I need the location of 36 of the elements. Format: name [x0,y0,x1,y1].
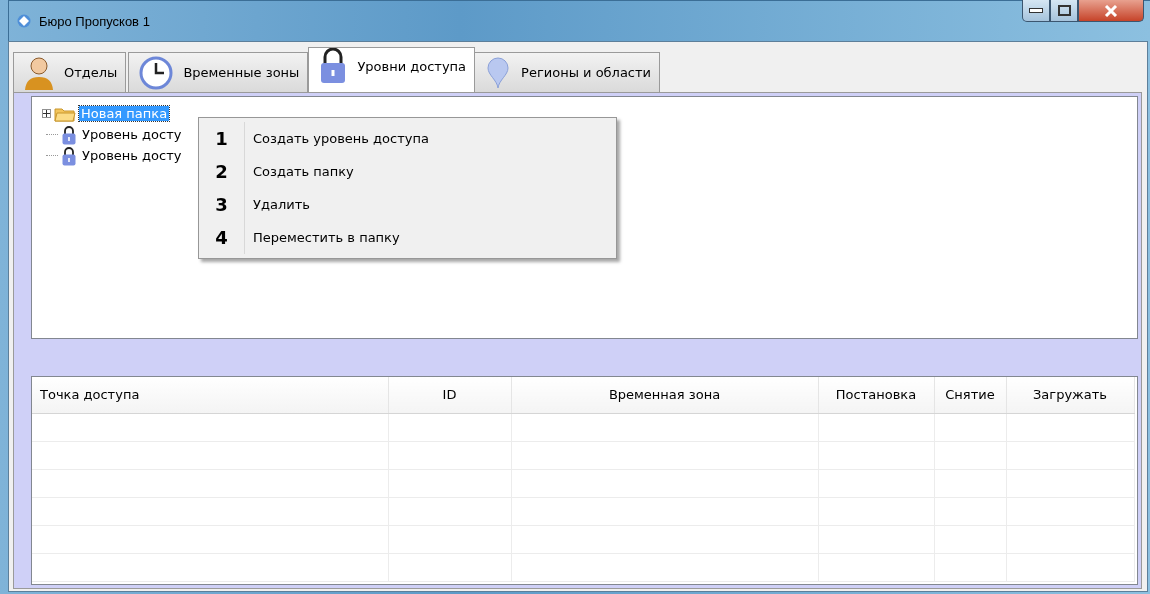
minimize-icon [1029,8,1043,13]
expand-toggle[interactable] [42,109,51,118]
tree-item[interactable]: Уровень досту [80,148,184,163]
column-header[interactable]: Временная зона [511,377,818,413]
item-number: 3 [199,188,245,221]
map-pin-icon [485,55,512,90]
item-number: 4 [199,221,245,254]
item-number: 2 [199,155,245,188]
tab[interactable]: Уровни доступа [308,47,476,92]
maximize-icon [1057,5,1071,16]
menu-item[interactable]: Создать папку [253,164,354,179]
column-header[interactable]: ID [388,377,511,413]
item-number: 1 [199,122,245,155]
close-button[interactable] [1078,0,1144,22]
window-title: Бюро Пропусков 1 [39,13,150,29]
column-header[interactable]: Постановка [818,377,934,413]
minimize-button[interactable] [1022,0,1050,22]
column-header[interactable]: Точка доступа [32,377,388,413]
tab[interactable]: Отделы [13,52,127,92]
padlock-icon [319,48,348,84]
padlock-icon [61,145,77,166]
menu-item[interactable]: Создать уровень доступа [253,131,429,146]
tab[interactable]: Регионы и области [474,52,661,92]
clock-icon [139,55,174,90]
person-icon [24,54,54,91]
menu-item[interactable]: Удалить [253,197,310,212]
folder-icon [54,105,76,122]
close-icon [1104,4,1118,17]
app-logo-icon [17,14,31,28]
menu-item[interactable]: Переместить в папку [253,230,400,245]
tab[interactable]: Временные зоны [128,52,309,92]
maximize-button[interactable] [1050,0,1078,22]
padlock-icon [61,124,77,145]
tree-item[interactable]: Уровень досту [80,127,184,142]
column-header[interactable]: Снятие [934,377,1006,413]
column-header[interactable]: Загружать [1006,377,1134,413]
